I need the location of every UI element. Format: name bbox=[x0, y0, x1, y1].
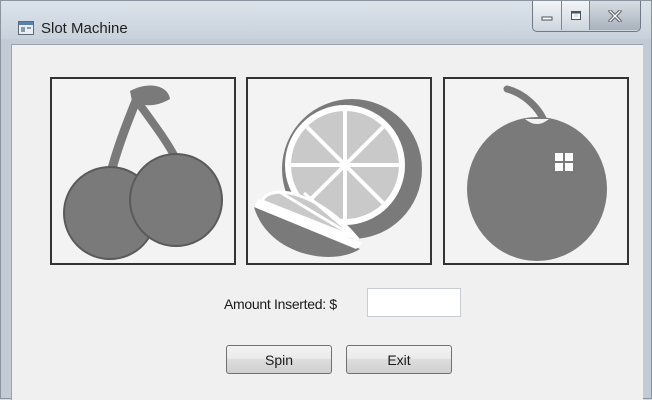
minimize-button[interactable] bbox=[533, 1, 562, 30]
maximize-icon bbox=[570, 11, 581, 20]
close-button[interactable] bbox=[590, 1, 640, 30]
window-title: Slot Machine bbox=[41, 20, 128, 37]
cherries-icon bbox=[63, 85, 223, 260]
title-bar[interactable]: Slot Machine bbox=[1, 1, 651, 39]
apple-icon bbox=[467, 85, 607, 261]
reel-3 bbox=[443, 77, 629, 265]
form-client-area: Amount Inserted: $ Spin Exit bbox=[11, 44, 643, 400]
amount-label: Amount Inserted: $ bbox=[224, 296, 337, 312]
maximize-button[interactable] bbox=[562, 1, 590, 30]
reel-2 bbox=[246, 77, 432, 265]
spin-button[interactable]: Spin bbox=[226, 345, 332, 374]
window-controls bbox=[532, 1, 641, 32]
close-icon bbox=[608, 9, 622, 22]
orange-icon bbox=[254, 99, 422, 257]
amount-input[interactable] bbox=[367, 288, 461, 317]
minimize-icon bbox=[541, 16, 553, 20]
exit-button[interactable]: Exit bbox=[346, 345, 452, 374]
main-window: Slot Machine Amount Inserted: $ Spin Exi… bbox=[0, 0, 652, 400]
reel-1 bbox=[50, 77, 236, 265]
app-icon bbox=[18, 21, 34, 35]
